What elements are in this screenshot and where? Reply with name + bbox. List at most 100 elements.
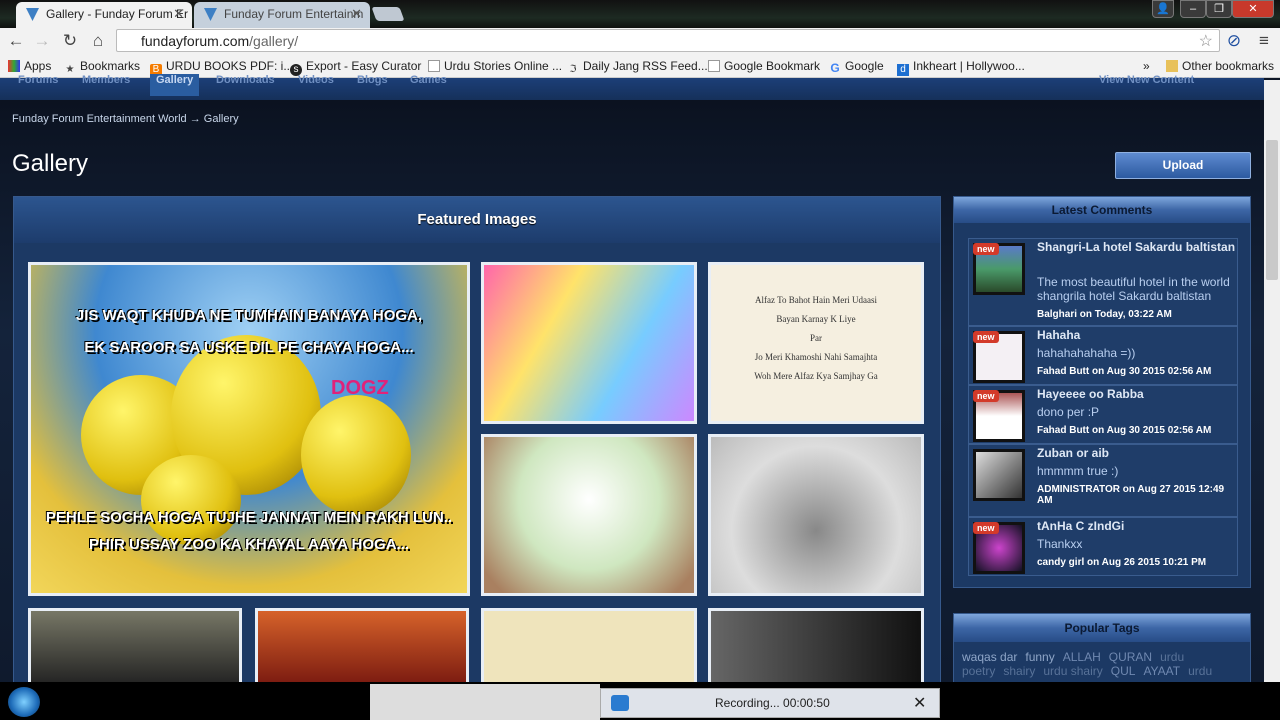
- browser-tab-bar: Gallery - Funday Forum Er ✕ Funday Forum …: [0, 0, 1280, 30]
- adblock-extension-icon[interactable]: ⊘: [1224, 31, 1244, 51]
- nav-gallery[interactable]: Gallery: [150, 74, 200, 96]
- bookmark-google[interactable]: G Google: [829, 59, 883, 75]
- tab-funday-forum[interactable]: Funday Forum Entertainm ✕: [194, 2, 370, 28]
- comment-item[interactable]: new Hahaha hahahahahaha =)) Fahad Butt o…: [968, 326, 1238, 385]
- other-bookmarks-folder[interactable]: Other bookmarks: [1166, 59, 1274, 73]
- featured-image-urdu-poetry[interactable]: [481, 262, 697, 424]
- featured-image-smoke[interactable]: [708, 608, 924, 688]
- featured-image-face[interactable]: [28, 608, 242, 688]
- comment-item[interactable]: new Shangri-La hotel Sakardu baltistan T…: [968, 238, 1238, 326]
- comment-meta: Fahad Butt on Aug 30 2015 02:56 AM: [1037, 425, 1212, 436]
- forward-icon[interactable]: →: [32, 31, 52, 51]
- tag-link[interactable]: urdu shairy: [1043, 664, 1102, 678]
- tag-link[interactable]: shairy: [1003, 664, 1035, 678]
- menu-icon[interactable]: ≡: [1254, 31, 1274, 51]
- bookmark-label: Google Bookmark: [724, 59, 821, 73]
- page-icon: [708, 60, 720, 72]
- page-title: Gallery: [12, 150, 89, 177]
- comment-body: hahahahahaha =)): [1037, 346, 1136, 360]
- recording-status: Recording... 00:00:50: [715, 696, 830, 710]
- tag-link[interactable]: QURAN: [1109, 650, 1152, 664]
- bookmark-google-bookmark[interactable]: Google Bookmark: [708, 59, 820, 73]
- back-icon[interactable]: ←: [6, 31, 26, 51]
- breadcrumb-root-link[interactable]: Funday Forum Entertainment World: [12, 113, 187, 125]
- bookmark-urdu-stories[interactable]: Urdu Stories Online ...: [428, 59, 562, 73]
- comment-item[interactable]: new tAnHa C zIndGi Thankxx candy girl on…: [968, 517, 1238, 576]
- bookmark-daily-jang[interactable]: ℑ Daily Jang RSS Feed...: [567, 59, 708, 76]
- bookmark-apps[interactable]: Apps: [8, 59, 51, 73]
- address-bar[interactable]: fundayforum.com/gallery/ ☆: [116, 29, 1220, 52]
- image-caption: EK SAROOR SA USKE DIL PE CHAYA HOGA...: [84, 339, 414, 356]
- close-tab-icon[interactable]: ✕: [173, 6, 184, 22]
- new-badge: new: [973, 390, 999, 402]
- popular-tags-panel: Popular Tags waqas dar funny ALLAH QURAN urd…: [953, 613, 1251, 683]
- comment-title[interactable]: Hayeeee oo Rabba: [1037, 387, 1237, 401]
- comment-title[interactable]: Hahaha: [1037, 328, 1237, 342]
- star-bookmark-icon[interactable]: ☆: [1199, 31, 1213, 51]
- nav-members[interactable]: Members: [82, 74, 130, 86]
- close-window-button[interactable]: ✕: [1232, 0, 1274, 18]
- tag-link[interactable]: urdu: [1188, 664, 1212, 678]
- nav-blogs[interactable]: Blogs: [357, 74, 388, 86]
- more-bookmarks-button[interactable]: »: [1143, 59, 1150, 73]
- image-caption: JIS WAQT KHUDA NE TUMHAIN BANAYA HOGA,: [75, 307, 423, 324]
- comment-item[interactable]: Zuban or aib hmmmm true :) ADMINISTRATOR…: [968, 444, 1238, 517]
- tag-link[interactable]: ALLAH: [1063, 650, 1101, 664]
- new-tab-button[interactable]: [371, 7, 405, 21]
- new-badge: new: [973, 331, 999, 343]
- comment-meta: Fahad Butt on Aug 30 2015 02:56 AM: [1037, 366, 1212, 377]
- site-favicon-icon: [26, 8, 39, 21]
- recording-bar: Recording... 00:00:50 ✕: [600, 688, 940, 718]
- restore-button[interactable]: ❐: [1206, 0, 1232, 18]
- start-button[interactable]: [8, 687, 40, 717]
- bookmark-inkheart[interactable]: d Inkheart | Hollywoo...: [897, 59, 1025, 76]
- recorder-icon: [611, 695, 629, 711]
- comment-meta: ADMINISTRATOR on Aug 27 2015 12:49 AM: [1037, 484, 1225, 506]
- new-badge: new: [973, 522, 999, 534]
- upload-button[interactable]: Upload: [1115, 152, 1251, 179]
- close-tab-icon[interactable]: ✕: [351, 6, 362, 22]
- comment-item[interactable]: new Hayeeee oo Rabba dono per :P Fahad B…: [968, 385, 1238, 444]
- comment-title[interactable]: Shangri-La hotel Sakardu baltistan: [1037, 240, 1237, 254]
- view-new-content-link[interactable]: View New Content: [1099, 74, 1194, 86]
- panel-title: Popular Tags: [954, 614, 1250, 642]
- featured-image-red-dress[interactable]: [255, 608, 469, 688]
- reload-icon[interactable]: ↻: [60, 31, 80, 51]
- comment-body: The most beautiful hotel in the world sh…: [1037, 275, 1230, 303]
- google-icon: G: [830, 61, 840, 75]
- image-text: Par: [810, 333, 822, 343]
- page-icon: [428, 60, 440, 72]
- nav-games[interactable]: Games: [410, 74, 447, 86]
- site-favicon-icon: [204, 8, 217, 21]
- featured-image-diary[interactable]: Alfaz To Bahot Hain Meri Udaasi Bayan Ka…: [708, 262, 924, 424]
- minimize-button[interactable]: –: [1180, 0, 1206, 18]
- comment-title[interactable]: tAnHa C zIndGi: [1037, 519, 1237, 533]
- featured-image-cartoon-couple[interactable]: [481, 434, 697, 596]
- close-icon[interactable]: ✕: [913, 693, 926, 713]
- nav-videos[interactable]: Videos: [298, 74, 334, 86]
- featured-image-hands[interactable]: [708, 434, 924, 596]
- scrollbar-thumb[interactable]: [1266, 140, 1278, 280]
- tag-link[interactable]: AYAAT: [1143, 664, 1180, 678]
- comment-meta: candy girl on Aug 26 2015 10:21 PM: [1037, 557, 1207, 568]
- featured-image-smileys[interactable]: JIS WAQT KHUDA NE TUMHAIN BANAYA HOGA, E…: [28, 262, 470, 596]
- nav-forums[interactable]: Forums: [18, 74, 58, 86]
- nav-downloads[interactable]: Downloads: [216, 74, 275, 86]
- featured-image-urdu-text[interactable]: [481, 608, 697, 688]
- tab-label: Gallery - Funday Forum Er: [46, 7, 189, 21]
- tag-link[interactable]: waqas dar: [962, 650, 1017, 664]
- tag-link[interactable]: funny: [1025, 650, 1054, 664]
- comment-title[interactable]: Zuban or aib: [1037, 446, 1237, 460]
- breadcrumb-current[interactable]: Gallery: [204, 113, 239, 125]
- tab-gallery[interactable]: Gallery - Funday Forum Er ✕: [16, 2, 192, 28]
- apps-grid-icon: [8, 60, 20, 72]
- user-profile-button[interactable]: 👤: [1152, 0, 1174, 18]
- bookmark-label: Export - Easy Curator: [306, 59, 422, 73]
- tag-link[interactable]: QUL: [1111, 664, 1136, 678]
- url-host: fundayforum.com: [141, 33, 250, 49]
- comment-body: hmmmm true :): [1037, 464, 1119, 478]
- site-navigation: Forums Members Gallery Downloads Videos …: [0, 74, 1264, 100]
- image-watermark: DOGZ: [331, 377, 389, 399]
- home-icon[interactable]: ⌂: [88, 31, 108, 51]
- star-icon: ★: [65, 64, 75, 75]
